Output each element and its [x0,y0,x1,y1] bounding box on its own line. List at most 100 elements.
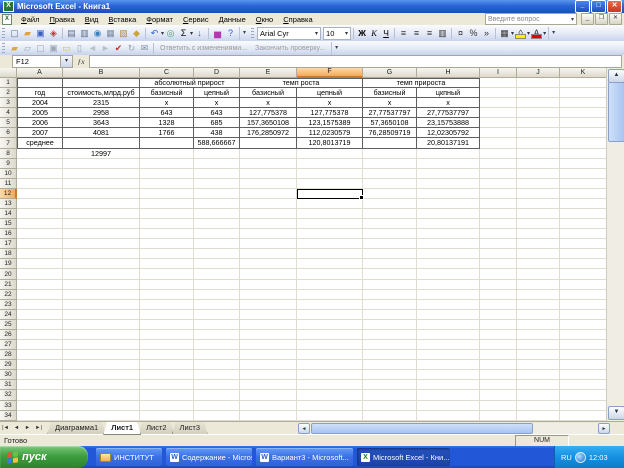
column-header-J[interactable]: J [517,68,560,78]
cell-I31[interactable] [480,380,517,391]
cell-I4[interactable] [480,108,517,119]
cell-B3[interactable]: 2315 [63,98,140,109]
cell-K31[interactable] [560,380,607,391]
cell-F4[interactable]: 127,775378 [297,108,363,119]
cell-E6[interactable]: 176,2850972 [240,128,297,139]
select-all-corner[interactable] [0,68,17,78]
cell-D23[interactable] [194,299,240,310]
scroll-right-icon[interactable]: ► [598,423,610,434]
cell-B32[interactable] [63,390,140,401]
workbook-restore-icon[interactable]: ❐ [595,13,608,25]
research-icon[interactable]: ◉ [91,27,104,39]
cell-J24[interactable] [517,309,560,320]
borders-icon[interactable]: ▦ [498,27,511,39]
cell-H24[interactable] [417,309,480,320]
menu-item-4[interactable]: Вставка [103,15,141,24]
cell-F16[interactable] [297,229,363,240]
merge-center-icon[interactable]: ▥ [436,27,449,39]
cell-A8[interactable] [17,148,63,159]
last-sheet-icon[interactable]: ►| [33,423,44,434]
cell-G5[interactable]: 57,3650108 [363,118,417,129]
cell-J26[interactable] [517,329,560,341]
delete-comment-icon[interactable]: ▯ [73,42,86,54]
cell-J14[interactable] [517,209,560,220]
cell-E27[interactable] [240,340,297,351]
cell-I18[interactable] [480,249,517,260]
cell-I16[interactable] [480,229,517,240]
cell-C15[interactable] [140,219,194,230]
cell-J3[interactable] [517,98,560,109]
cell-G23[interactable] [363,299,417,310]
cell-B19[interactable] [63,259,140,270]
row-header-21[interactable]: 21 [0,279,17,290]
row-header-2[interactable]: 2 [0,88,17,99]
cell-C30[interactable] [140,370,194,381]
cell-G16[interactable] [363,229,417,240]
hyperlink-icon[interactable]: ◎ [164,27,177,39]
cell-I17[interactable] [480,239,517,250]
row-header-24[interactable]: 24 [0,309,17,320]
cell-H34[interactable] [417,410,480,421]
horizontal-scroll-thumb[interactable] [311,423,533,434]
cell-K18[interactable] [560,249,607,260]
cell-A29[interactable] [17,360,63,371]
cell-I2[interactable] [480,88,517,99]
cell-D5[interactable]: 685 [194,118,240,129]
cell-A26[interactable] [17,329,63,341]
cell-I8[interactable] [480,148,517,159]
cell-J10[interactable] [517,168,560,179]
cell-C26[interactable] [140,329,194,341]
cell-D16[interactable] [194,229,240,240]
cell-A20[interactable] [17,269,63,280]
cell-G33[interactable] [363,400,417,411]
cell-K27[interactable] [560,340,607,351]
menu-item-7[interactable]: Данные [214,15,251,24]
cell-J20[interactable] [517,269,560,280]
cell-E1[interactable]: темп роста [240,78,363,89]
cell-G20[interactable] [363,269,417,280]
cell-B21[interactable] [63,279,140,290]
cell-B14[interactable] [63,209,140,220]
autosum-icon[interactable]: Σ [177,27,190,39]
cell-K33[interactable] [560,400,607,411]
cell-F15[interactable] [297,219,363,230]
cell-D7[interactable]: 588,666667 [194,138,240,149]
column-header-H[interactable]: H [417,68,480,78]
cell-A32[interactable] [17,390,63,401]
cell-C28[interactable] [140,350,194,361]
row-header-26[interactable]: 26 [0,329,17,341]
cell-C25[interactable] [140,319,194,330]
cell-D33[interactable] [194,400,240,411]
cell-B9[interactable] [63,158,140,169]
cell-E19[interactable] [240,259,297,270]
column-header-E[interactable]: E [240,68,297,78]
cell-F5[interactable]: 123,1575389 [297,118,363,129]
cell-H18[interactable] [417,249,480,260]
cell-G21[interactable] [363,279,417,290]
cell-D28[interactable] [194,350,240,361]
cell-F27[interactable] [297,340,363,351]
cell-E2[interactable]: базисный [240,88,297,99]
cell-D6[interactable]: 438 [194,128,240,139]
cell-I6[interactable] [480,128,517,139]
paste-icon[interactable]: ▧ [117,27,130,39]
cell-J33[interactable] [517,400,560,411]
cell-B17[interactable] [63,239,140,250]
cell-A16[interactable] [17,229,63,240]
taskbar-button-1[interactable]: ИНСТИТУТ [96,448,162,466]
cell-F17[interactable] [297,239,363,250]
cell-K8[interactable] [560,148,607,159]
cell-D25[interactable] [194,319,240,330]
row-header-27[interactable]: 27 [0,340,17,351]
cell-A33[interactable] [17,400,63,411]
row-header-18[interactable]: 18 [0,249,17,260]
cell-E16[interactable] [240,229,297,240]
cell-D10[interactable] [194,168,240,179]
cell-F25[interactable] [297,319,363,330]
column-header-C[interactable]: C [140,68,194,78]
column-header-D[interactable]: D [194,68,240,78]
cell-J34[interactable] [517,410,560,421]
row-header-11[interactable]: 11 [0,178,17,189]
cell-H30[interactable] [417,370,480,381]
cell-E20[interactable] [240,269,297,280]
